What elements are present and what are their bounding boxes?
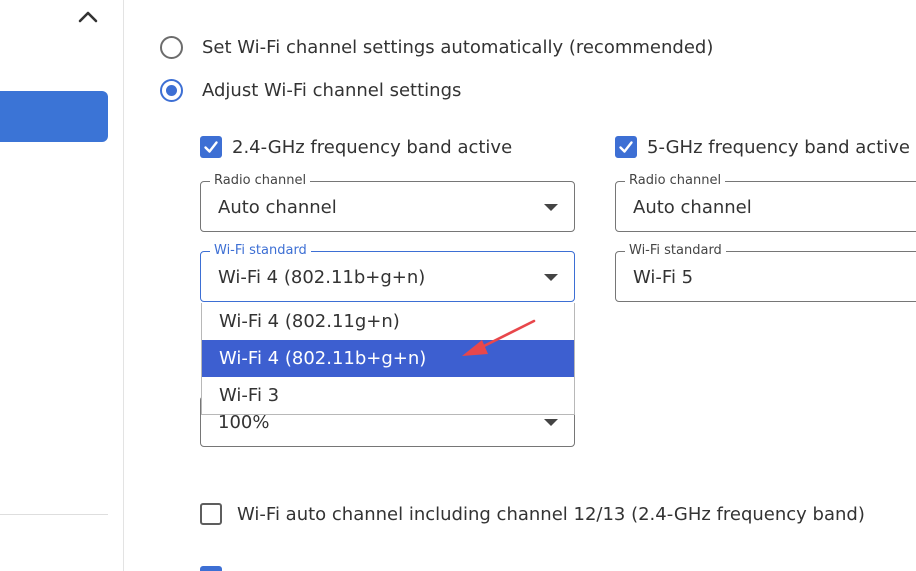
radio-manual-indicator[interactable]	[160, 78, 183, 102]
dropdown-caret-icon	[544, 274, 558, 281]
band-5-radio-channel-select[interactable]: Radio channel Auto channel	[615, 173, 916, 232]
dropdown-caret-icon	[544, 204, 558, 211]
wifi-standard-value: Wi-Fi 4 (802.11b+g+n)	[218, 267, 426, 288]
auto-channel-1213-checkbox[interactable]: Wi-Fi auto channel including channel 12/…	[200, 502, 865, 526]
checkmark-icon	[204, 141, 218, 153]
radio-channel-value: Auto channel	[218, 197, 337, 218]
radio-auto-indicator[interactable]	[160, 35, 183, 59]
radio-auto-label: Set Wi-Fi channel settings automatically…	[202, 36, 714, 58]
checkbox-5-indicator[interactable]	[615, 136, 637, 158]
dropdown-caret-icon	[544, 419, 558, 426]
dropdown-option[interactable]: Wi-Fi 3	[202, 377, 574, 414]
radio-auto-channel[interactable]: Set Wi-Fi channel settings automatically…	[160, 34, 713, 60]
collapse-button[interactable]	[74, 4, 102, 30]
radio-manual-label: Adjust Wi-Fi channel settings	[202, 79, 462, 101]
band-24-radio-channel-select[interactable]: Radio channel Auto channel	[200, 173, 575, 232]
wifi-standard-dropdown-list: Wi-Fi 4 (802.11g+n) Wi-Fi 4 (802.11b+g+n…	[201, 303, 575, 415]
sidebar-divider	[0, 514, 108, 515]
power-value: 100%	[218, 412, 270, 433]
auto-channel-1213-label: Wi-Fi auto channel including channel 12/…	[237, 503, 865, 525]
radio-manual-channel[interactable]: Adjust Wi-Fi channel settings	[160, 77, 461, 103]
checkbox-24-indicator[interactable]	[200, 136, 222, 158]
checkbox-1213-indicator[interactable]	[200, 503, 222, 525]
sidebar	[0, 0, 124, 571]
band-5-active-checkbox[interactable]: 5-GHz frequency band active	[615, 135, 910, 159]
wifi-standard-value: Wi-Fi 5	[633, 267, 694, 288]
dropdown-option[interactable]: Wi-Fi 4 (802.11g+n)	[202, 303, 574, 340]
chevron-up-icon	[78, 11, 98, 23]
next-option-checkbox[interactable]	[200, 566, 222, 571]
checkmark-icon	[619, 141, 633, 153]
band-24-wifi-standard-select[interactable]: Wi-Fi standard Wi-Fi 4 (802.11b+g+n)	[200, 243, 575, 302]
band-24-active-label: 2.4-GHz frequency band active	[232, 136, 513, 158]
sidebar-item-active[interactable]	[0, 91, 108, 142]
band-24-active-checkbox[interactable]: 2.4-GHz frequency band active	[200, 135, 512, 159]
wifi-standard-legend: Wi-Fi standard	[625, 243, 726, 259]
section-heading-fragment	[382, 0, 398, 3]
wifi-standard-legend: Wi-Fi standard	[210, 243, 311, 259]
radio-channel-legend: Radio channel	[210, 173, 311, 189]
radio-channel-value: Auto channel	[633, 197, 752, 218]
dropdown-option-selected[interactable]: Wi-Fi 4 (802.11b+g+n)	[202, 340, 574, 377]
band-5-active-label: 5-GHz frequency band active	[647, 136, 910, 158]
radio-channel-legend: Radio channel	[625, 173, 726, 189]
band-5-wifi-standard-select[interactable]: Wi-Fi standard Wi-Fi 5	[615, 243, 916, 302]
